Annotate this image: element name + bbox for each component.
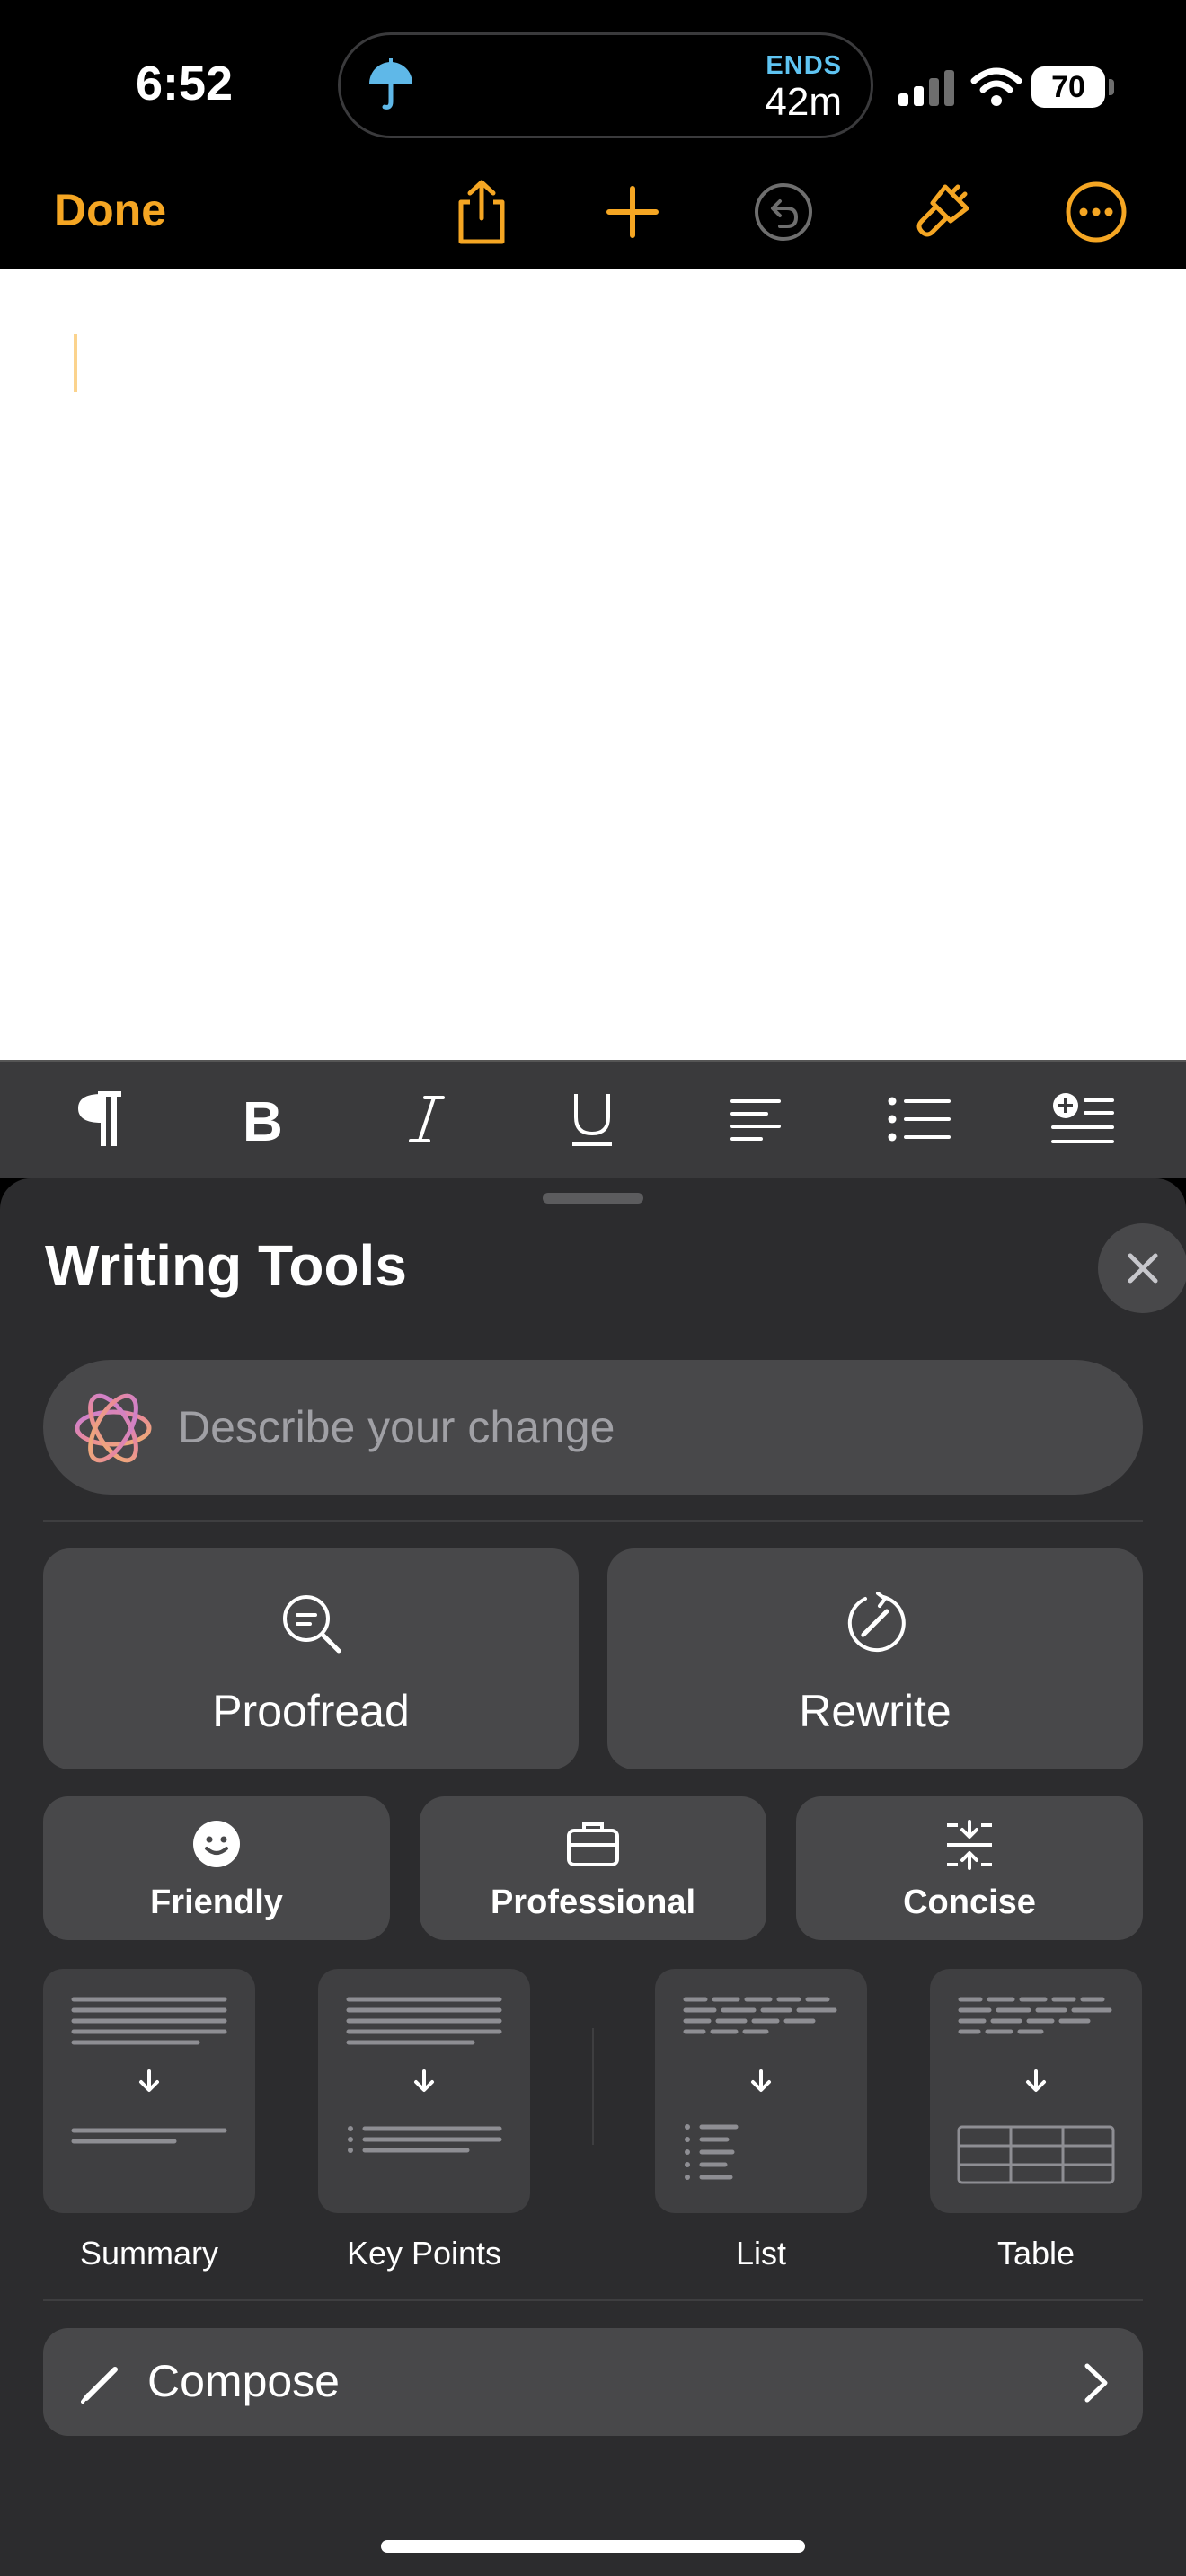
divider — [43, 2299, 1143, 2301]
describe-change-input[interactable] — [178, 1360, 1112, 1495]
friendly-label: Friendly — [150, 1883, 283, 1921]
divider — [43, 1520, 1143, 1522]
rewrite-icon — [847, 1592, 906, 1653]
underline-icon[interactable] — [543, 1074, 642, 1164]
battery-tip — [1109, 79, 1114, 95]
list-icon — [683, 1997, 837, 2180]
format-divider — [592, 2028, 594, 2145]
sheet-grabber[interactable] — [543, 1193, 643, 1204]
rewrite-label: Rewrite — [799, 1686, 951, 1736]
summary-icon — [71, 1997, 227, 2144]
align-left-icon[interactable] — [706, 1074, 805, 1164]
concise-button[interactable]: Concise — [796, 1796, 1143, 1940]
summary-button[interactable] — [43, 1969, 255, 2213]
key-points-label: Key Points — [346, 2235, 502, 2272]
share-icon[interactable] — [446, 176, 518, 248]
undo-icon[interactable] — [748, 176, 819, 248]
insert-icon[interactable] — [1033, 1074, 1132, 1164]
paintbrush-icon[interactable] — [906, 176, 978, 248]
svg-text:B: B — [243, 1094, 283, 1144]
proofread-label: Proofread — [212, 1686, 410, 1736]
home-indicator[interactable] — [381, 2540, 805, 2553]
proofread-button[interactable]: Proofread — [43, 1548, 579, 1769]
close-icon — [1128, 1253, 1158, 1284]
briefcase-icon — [567, 1822, 619, 1866]
describe-change-field[interactable] — [43, 1360, 1143, 1495]
list-button[interactable] — [655, 1969, 867, 2213]
summary-label: Summary — [79, 2235, 219, 2272]
professional-label: Professional — [490, 1883, 696, 1921]
bold-icon[interactable]: B — [214, 1074, 313, 1164]
concise-label: Concise — [903, 1883, 1036, 1921]
done-button[interactable]: Done — [54, 184, 166, 236]
bullet-list-icon[interactable] — [870, 1074, 969, 1164]
wifi-icon — [970, 67, 1022, 106]
friendly-button[interactable]: Friendly — [43, 1796, 390, 1940]
status-time: 6:52 — [135, 57, 234, 110]
table-icon — [957, 1997, 1115, 2184]
smiley-icon — [193, 1821, 240, 1867]
compose-label: Compose — [147, 2356, 340, 2406]
text-cursor — [74, 334, 77, 392]
plus-icon[interactable] — [597, 176, 668, 248]
paragraph-icon[interactable] — [50, 1074, 149, 1164]
umbrella-icon — [369, 58, 412, 110]
live-activity-value: 42m — [765, 80, 842, 124]
document-canvas[interactable] — [0, 269, 1186, 1060]
key-points-icon — [346, 1997, 502, 2153]
battery-indicator: 70 — [1031, 66, 1105, 108]
table-button[interactable] — [930, 1969, 1142, 2213]
table-label: Table — [996, 2235, 1075, 2272]
pencil-icon — [81, 2367, 118, 2404]
key-points-button[interactable] — [318, 1969, 530, 2213]
italic-icon[interactable] — [377, 1074, 476, 1164]
cellular-signal-icon — [898, 70, 954, 106]
live-activity-label: ENDS — [766, 51, 842, 80]
list-label: List — [735, 2235, 787, 2272]
panel-title: Writing Tools — [45, 1233, 407, 1298]
apple-intelligence-icon — [75, 1393, 152, 1463]
more-icon[interactable] — [1060, 176, 1132, 248]
compress-icon — [947, 1820, 992, 1870]
rewrite-button[interactable]: Rewrite — [607, 1548, 1143, 1769]
dynamic-island[interactable]: ENDS 42m — [338, 32, 873, 138]
magnifier-icon — [283, 1595, 341, 1654]
professional-button[interactable]: Professional — [420, 1796, 766, 1940]
compose-button[interactable]: Compose — [43, 2328, 1143, 2436]
close-button[interactable] — [1098, 1223, 1186, 1313]
chevron-right-icon — [1084, 2363, 1108, 2403]
